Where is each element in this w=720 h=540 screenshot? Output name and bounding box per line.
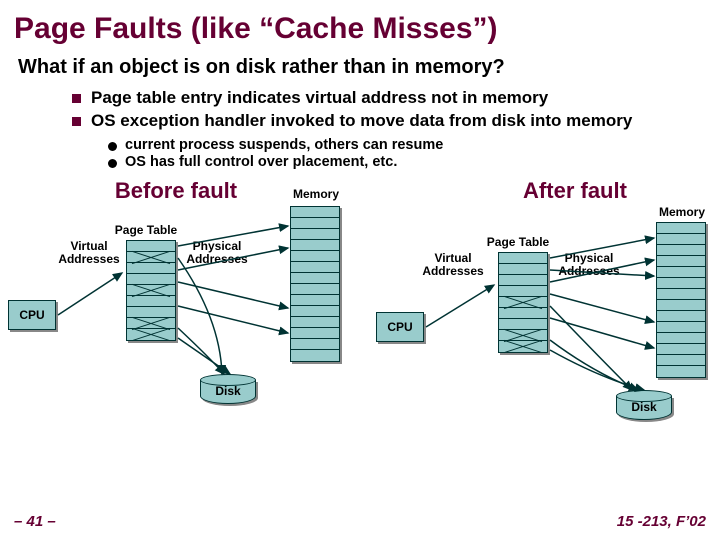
slide-subtitle: What if an object is on disk rather than…	[0, 48, 720, 81]
bullet-list: Page table entry indicates virtual addre…	[0, 81, 720, 132]
bullet-text: Page table entry indicates virtual addre…	[91, 87, 568, 108]
slide-title: Page Faults (like “Cache Misses”)	[0, 8, 720, 48]
after-fault-diagram: After fault Memory Page Table Virtual Ad…	[370, 178, 720, 448]
sub-bullet-item: current process suspends, others can res…	[108, 137, 720, 153]
sub-bullet-item: OS has full control over placement, etc.	[108, 154, 720, 170]
diagram-area: Before fault Memory Page Table Virtual A…	[0, 178, 720, 448]
footer-right: 15 -213, F’02	[617, 513, 706, 530]
bullet-text: OS exception handler invoked to move dat…	[91, 110, 652, 131]
sub-bullet-text: current process suspends, others can res…	[125, 137, 443, 153]
after-arrows	[370, 178, 720, 448]
footer-left: – 41 –	[14, 513, 56, 530]
sub-bullet-list: current process suspends, others can res…	[0, 134, 720, 170]
square-bullet-icon	[72, 117, 81, 126]
before-fault-diagram: Before fault Memory Page Table Virtual A…	[0, 178, 370, 448]
square-bullet-icon	[72, 94, 81, 103]
bullet-item: Page table entry indicates virtual addre…	[72, 87, 720, 108]
before-arrows	[0, 178, 370, 448]
dot-bullet-icon	[108, 159, 117, 168]
sub-bullet-text: OS has full control over placement, etc.	[125, 154, 397, 170]
dot-bullet-icon	[108, 142, 117, 151]
bullet-item: OS exception handler invoked to move dat…	[72, 110, 720, 131]
